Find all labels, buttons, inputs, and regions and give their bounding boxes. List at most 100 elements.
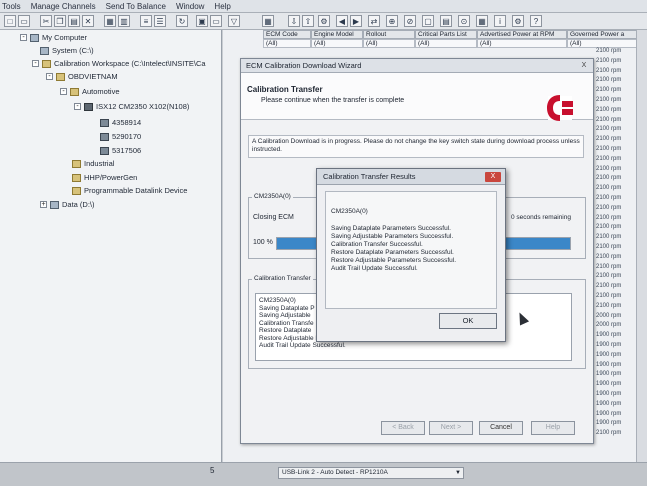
tree-label: 5290170 <box>112 132 142 141</box>
cut-icon[interactable]: ✂ <box>40 15 52 27</box>
column-header-advertised-power[interactable]: Advertised Power at RPM <box>477 30 567 39</box>
collapse-icon[interactable]: - <box>46 73 53 80</box>
dialog-title-bar: Calibration Transfer Results X <box>317 169 505 185</box>
result-line: Restore Adjustable Parameters Successful… <box>331 257 457 264</box>
column-header-critical-parts[interactable]: Critical Parts List <box>415 30 477 39</box>
column-filter[interactable]: (All) <box>363 39 415 48</box>
compare-icon[interactable]: ⇄ <box>368 15 380 27</box>
tree-label: HHP/PowerGen <box>84 173 138 182</box>
governed-speed-cell: 2100 rpm <box>596 57 622 64</box>
refresh-icon[interactable]: ↻ <box>176 15 188 27</box>
settings-icon[interactable]: ⚙ <box>512 15 524 27</box>
wizard-heading: Calibration Transfer <box>247 85 323 94</box>
tree-item-my-computer[interactable]: - My Computer <box>20 33 87 42</box>
wizard-subheading: Please continue when the transfer is com… <box>261 97 405 104</box>
print-icon[interactable]: ▥ <box>118 15 130 27</box>
column-header-governed-power[interactable]: Governed Power a <box>567 30 637 39</box>
delete-icon[interactable]: ✕ <box>82 15 94 27</box>
folder-icon[interactable]: ▭ <box>210 15 222 27</box>
governed-speed-cell: 1900 rpm <box>596 410 622 417</box>
governed-speed-cell: 2100 rpm <box>596 175 622 182</box>
save-icon[interactable]: ▣ <box>196 15 208 27</box>
filter-icon[interactable]: ▽ <box>228 15 240 27</box>
column-filter[interactable]: (All) <box>477 39 567 48</box>
cancel-button[interactable]: Cancel <box>479 421 523 435</box>
column-filter[interactable]: (All) <box>263 39 311 48</box>
calibration-download-icon[interactable]: ⇩ <box>288 15 300 27</box>
tree-item-ecm[interactable]: - ISX12 CM2350 X102(N108) <box>74 102 189 111</box>
ok-button[interactable]: OK <box>439 313 497 329</box>
menu-manage-channels[interactable]: Manage Channels <box>31 2 96 11</box>
disconnect-icon[interactable]: ⊘ <box>404 15 416 27</box>
tree-label: 5317506 <box>112 146 142 155</box>
forward-icon[interactable]: ▶ <box>350 15 362 27</box>
help-button[interactable]: Help <box>531 421 575 435</box>
workspace-tree: - My Computer System (C:\) - Calibration… <box>0 30 222 462</box>
back-icon[interactable]: ◀ <box>336 15 348 27</box>
monitor-icon[interactable]: ▢ <box>422 15 434 27</box>
tree-item-calibration-workspace[interactable]: - Calibration Workspace (C:\Intelect\INS… <box>32 59 206 68</box>
details-icon[interactable]: ☰ <box>154 15 166 27</box>
status-bar: 5 USB-Link 2 - Auto Detect - RP1210A ▼ <box>0 462 647 486</box>
collapse-icon[interactable]: - <box>20 34 27 41</box>
info-icon[interactable]: i <box>494 15 506 27</box>
column-filter[interactable]: (All) <box>567 39 637 48</box>
column-filter[interactable]: (All) <box>311 39 363 48</box>
close-icon[interactable]: X <box>485 172 501 182</box>
tree-item-hhp-powergen[interactable]: HHP/PowerGen <box>72 173 137 182</box>
transfer-status: Closing ECM <box>253 214 294 221</box>
list-icon[interactable]: ≡ <box>140 15 152 27</box>
help-icon[interactable]: ? <box>530 15 542 27</box>
tree-item-automotive[interactable]: - Automotive <box>60 87 120 96</box>
collapse-icon[interactable]: - <box>60 88 67 95</box>
governed-speed-cell: 2100 rpm <box>596 302 622 309</box>
log-icon[interactable]: ▤ <box>440 15 452 27</box>
zoom-icon[interactable]: ⊙ <box>458 15 470 27</box>
back-button[interactable]: < Back <box>381 421 425 435</box>
column-header-ecm-code[interactable]: ECM Code <box>263 30 311 39</box>
tree-item-system-drive[interactable]: System (C:\) <box>40 46 94 55</box>
new-icon[interactable]: □ <box>4 15 16 27</box>
governed-speed-cell: 1900 rpm <box>596 420 622 427</box>
menu-send-to-balance[interactable]: Send To Balance <box>106 2 166 11</box>
calibration-upload-icon[interactable]: ⇧ <box>302 15 314 27</box>
folder-icon <box>42 59 51 68</box>
tree-item-data-drive[interactable]: + Data (D:\) <box>40 200 95 209</box>
column-filter[interactable]: (All) <box>415 39 477 48</box>
governed-speed-cell: 2100 rpm <box>596 97 622 103</box>
tree-label: Programmable Datalink Device <box>84 186 188 195</box>
governed-speed-cell: 2100 rpm <box>596 67 622 74</box>
next-button[interactable]: Next > <box>429 421 473 435</box>
grid-icon[interactable]: ▦ <box>476 15 488 27</box>
column-header-engine-model[interactable]: Engine Model <box>311 30 363 39</box>
drive-icon <box>50 200 59 209</box>
tree-item-calibration-5290170[interactable]: 5290170 <box>100 132 141 141</box>
collapse-icon[interactable]: - <box>74 103 81 110</box>
tree-item-calibration-5317506[interactable]: 5317506 <box>100 146 141 155</box>
paste-icon[interactable]: ▤ <box>68 15 80 27</box>
tree-item-obdvietnam[interactable]: - OBDVIETNAM <box>46 72 118 81</box>
tree-item-calibration-4358914[interactable]: 4358914 <box>100 118 141 127</box>
tree-label: Calibration Workspace (C:\Intelect\INSIT… <box>54 59 206 68</box>
properties-icon[interactable]: ▦ <box>104 15 116 27</box>
tree-item-industrial[interactable]: Industrial <box>72 159 114 168</box>
menu-help[interactable]: Help <box>214 2 230 11</box>
close-icon[interactable]: X <box>578 61 590 70</box>
menu-tools[interactable]: Tools <box>2 2 21 11</box>
folder-icon <box>72 173 81 182</box>
cummins-logo-icon <box>547 95 573 121</box>
copy-icon[interactable]: ❐ <box>54 15 66 27</box>
ecm-icon[interactable]: ▦ <box>262 15 274 27</box>
tree-item-programmable-datalink[interactable]: Programmable Datalink Device <box>72 186 187 195</box>
governed-speed-cell: 1900 rpm <box>596 361 622 368</box>
vertical-scrollbar[interactable] <box>636 30 647 462</box>
governed-speed-cell: 2100 rpm <box>596 273 622 280</box>
column-header-rollout[interactable]: Rollout <box>363 30 415 39</box>
open-icon[interactable]: ▭ <box>18 15 30 27</box>
collapse-icon[interactable]: - <box>32 60 39 67</box>
connect-icon[interactable]: ⊕ <box>386 15 398 27</box>
menu-window[interactable]: Window <box>176 2 204 11</box>
tools-icon[interactable]: ⚙ <box>318 15 330 27</box>
datalink-adapter-select[interactable]: USB-Link 2 - Auto Detect - RP1210A ▼ <box>278 467 464 479</box>
expand-icon[interactable]: + <box>40 201 47 208</box>
